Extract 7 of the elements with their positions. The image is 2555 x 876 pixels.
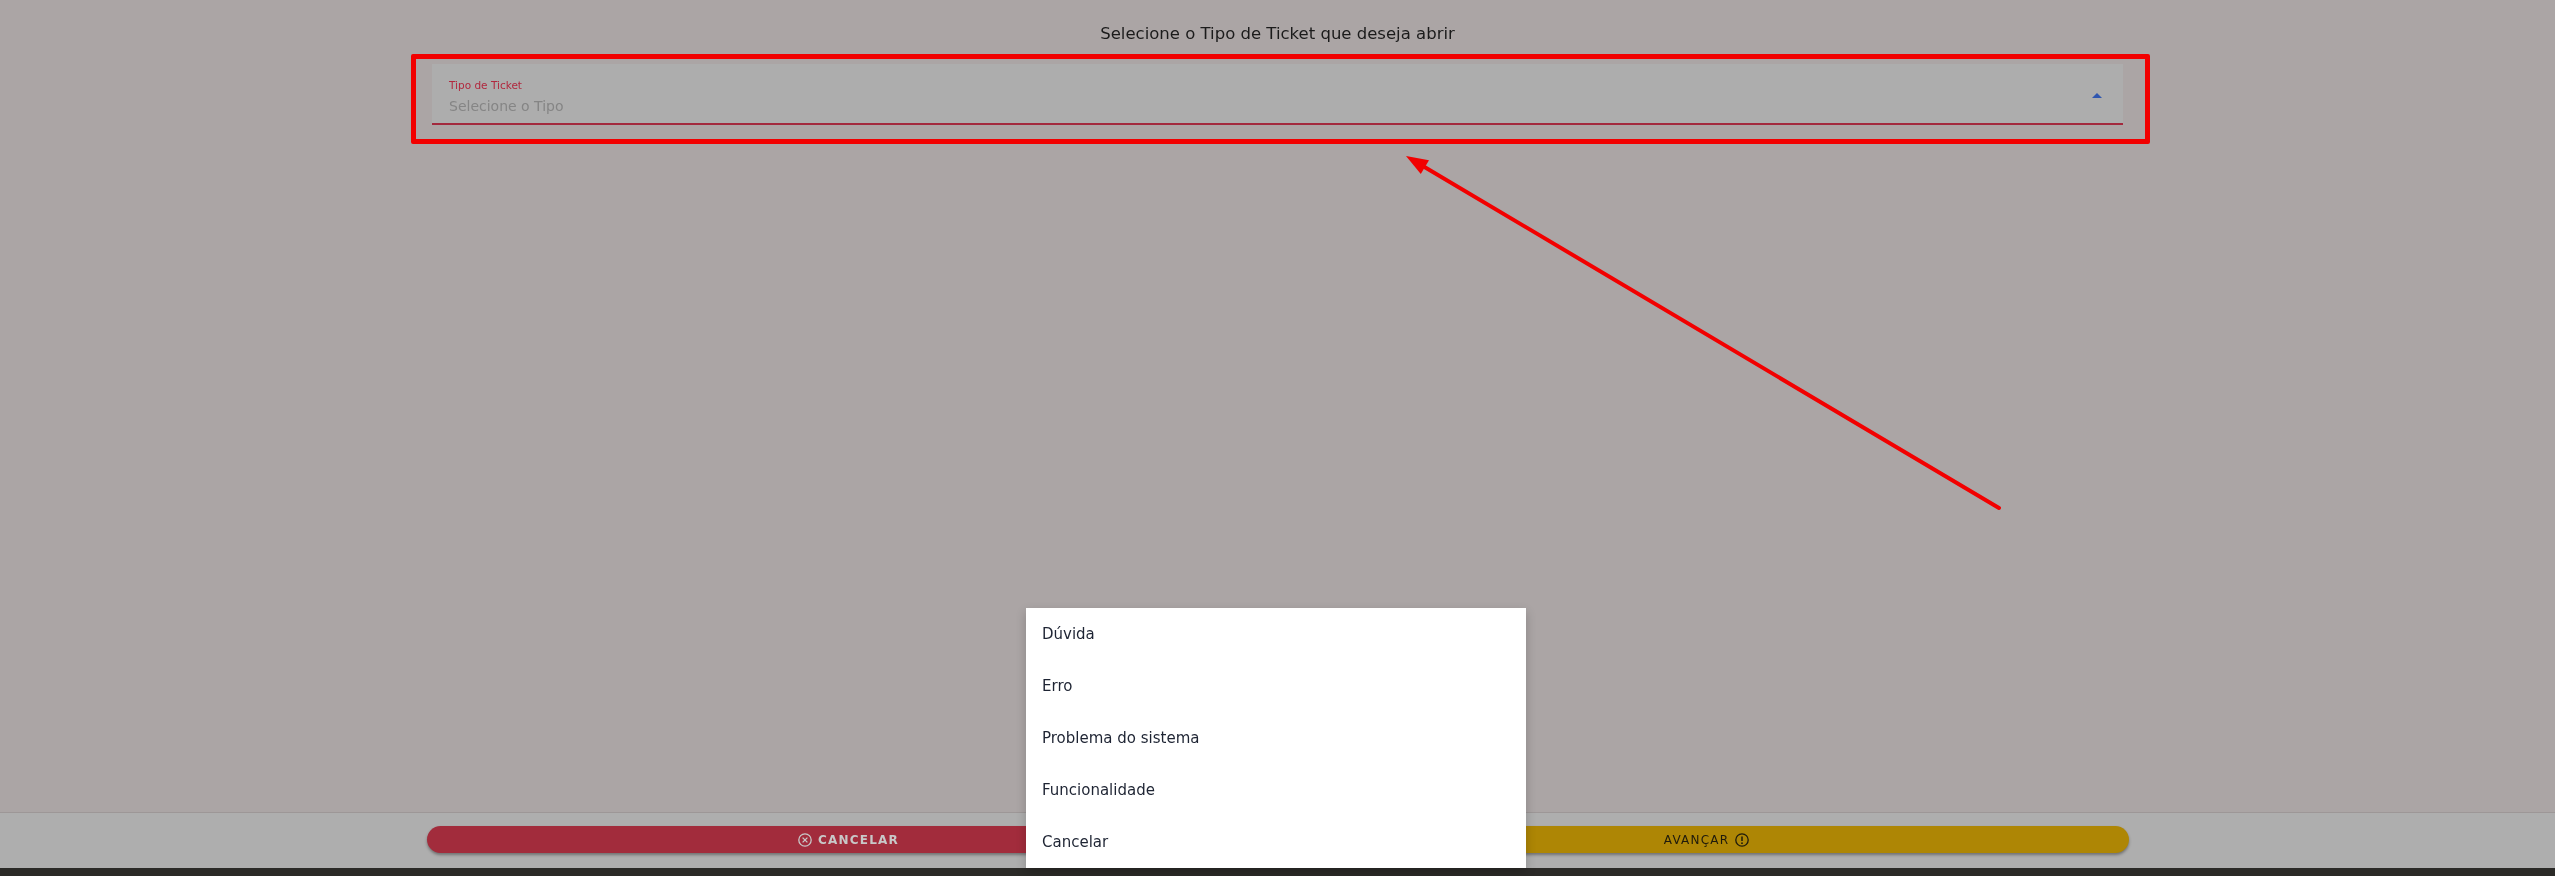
dropdown-option[interactable]: Funcionalidade (1026, 764, 1526, 816)
page-title: Selecione o Tipo de Ticket que deseja abrir (1100, 24, 1455, 44)
dropdown-option[interactable]: Problema do sistema (1026, 712, 1526, 764)
dropdown-option[interactable]: Dúvida (1026, 608, 1526, 660)
x-circle-icon (798, 832, 813, 847)
exclamation-circle-icon (1735, 832, 1750, 847)
dropdown-option[interactable]: Erro (1026, 660, 1526, 712)
